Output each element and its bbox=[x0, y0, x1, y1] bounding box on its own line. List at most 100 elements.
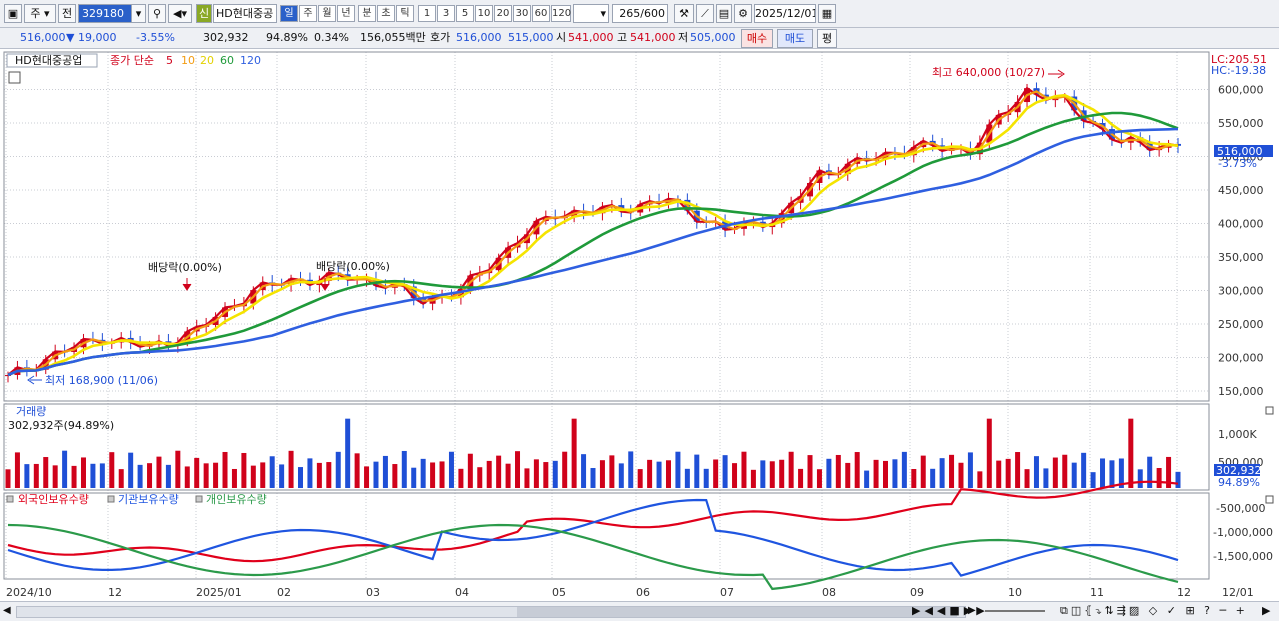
time-axis-label: 12/01 bbox=[1222, 586, 1254, 599]
bid-price: 515,000 bbox=[508, 31, 554, 44]
unit-3[interactable]: 3 bbox=[437, 5, 455, 22]
volume-bar bbox=[864, 470, 870, 488]
volume-bar bbox=[52, 465, 58, 488]
volume-bar bbox=[873, 459, 879, 488]
date-input[interactable]: 2025/12/01 bbox=[754, 4, 816, 23]
volume-bar bbox=[392, 464, 398, 488]
volume-bar bbox=[1024, 469, 1030, 488]
count-input[interactable]: 265/600 bbox=[612, 4, 668, 23]
scroll-thumb[interactable] bbox=[517, 607, 957, 617]
draw-icon[interactable]: ⟋ bbox=[696, 4, 714, 23]
speaker-icon[interactable]: ◀▾ bbox=[168, 4, 192, 23]
inst-legend-marker bbox=[107, 495, 115, 503]
volume-bar bbox=[788, 451, 794, 488]
volume-bar bbox=[769, 461, 775, 488]
zoom-slider[interactable] bbox=[985, 610, 1045, 612]
time-axis: 2024/10 12 2025/01 02 03 04 05 06 07 08 09 10 11 12 12… bbox=[6, 586, 1254, 599]
volume-bar bbox=[911, 469, 917, 488]
scroll-right-end-icon[interactable]: ▶ bbox=[1262, 604, 1270, 617]
ma20-legend: 20 bbox=[200, 54, 214, 67]
ma-line-20 bbox=[7, 93, 1179, 377]
calendar-icon[interactable]: ▦ bbox=[818, 4, 836, 23]
period-week[interactable]: 주 bbox=[299, 5, 317, 22]
ma60-legend: 60 bbox=[220, 54, 234, 67]
count-value: 265 bbox=[619, 7, 641, 20]
scroll-left-icon[interactable]: ◀ bbox=[3, 605, 11, 616]
volume-bar bbox=[505, 463, 511, 488]
volume-bar bbox=[939, 458, 945, 488]
period-tick[interactable]: 틱 bbox=[396, 5, 414, 22]
period-year[interactable]: 년 bbox=[337, 5, 355, 22]
volume-bar bbox=[458, 468, 464, 488]
volume-bar bbox=[741, 451, 747, 488]
ma10-legend: 10 bbox=[181, 54, 195, 67]
unit-30[interactable]: 30 bbox=[513, 5, 531, 22]
view-tools[interactable]: ⧉◫⦃⤵⇅⇶▨ ◇ ✓ ⊞ ? ─ + bbox=[1060, 604, 1248, 618]
mode-select[interactable]: 주 ▾ bbox=[24, 4, 56, 23]
volume-bar bbox=[1081, 452, 1087, 488]
volume-bar bbox=[1043, 468, 1049, 488]
volume-bar bbox=[628, 451, 634, 488]
prev-button[interactable]: 전 bbox=[58, 4, 76, 23]
volume-bar bbox=[845, 462, 851, 488]
ma-line-5 bbox=[7, 86, 1179, 376]
window-icon[interactable]: ▣ bbox=[4, 4, 22, 23]
chart-scroll-bar[interactable]: ◀ ▶ ▶◀◀■▶▶ ⧉◫⦃⤵⇅⇶▨ ◇ ✓ ⊞ ? ─ + ▶ bbox=[0, 601, 1279, 621]
price-axis-label: 300,000 bbox=[1218, 285, 1264, 298]
volume-bar bbox=[883, 460, 888, 488]
period-month[interactable]: 월 bbox=[318, 5, 336, 22]
custom-unit-select[interactable]: ▾ bbox=[573, 4, 609, 23]
ask-price: 516,000 bbox=[456, 31, 502, 44]
buy-button[interactable]: 매수 bbox=[741, 29, 773, 48]
quote-bar: 516,000 ▼ 19,000 -3.55% 302,932 94.89% 0… bbox=[0, 28, 1279, 49]
volume-bar bbox=[137, 464, 143, 488]
scroll-track[interactable] bbox=[16, 606, 966, 618]
inv-axis-3: -1,500,000 bbox=[1213, 550, 1273, 563]
unit-5[interactable]: 5 bbox=[456, 5, 474, 22]
save-icon[interactable]: ▤ bbox=[716, 4, 732, 23]
unit-20[interactable]: 20 bbox=[494, 5, 512, 22]
unit-10[interactable]: 10 bbox=[475, 5, 493, 22]
volume-panel-close-icon[interactable] bbox=[1265, 406, 1274, 415]
ma5-legend: 5 bbox=[166, 54, 173, 67]
investor-panel-close-icon[interactable] bbox=[1265, 495, 1274, 504]
moving-averages bbox=[7, 86, 1179, 377]
unit-60[interactable]: 60 bbox=[532, 5, 550, 22]
table-toggle-icon[interactable] bbox=[8, 71, 21, 84]
code-dropdown-icon[interactable]: ▾ bbox=[131, 4, 146, 23]
gear-icon[interactable]: ⚙ bbox=[734, 4, 752, 23]
period-second[interactable]: 초 bbox=[377, 5, 395, 22]
indiv-legend: 개인보유수량 bbox=[206, 493, 267, 506]
stock-chart[interactable]: HD현대중공업 종가 단순 5 10 20 60 120 최고 640,000 … bbox=[0, 50, 1279, 601]
playback-controls[interactable]: ▶◀◀■▶▶ bbox=[912, 604, 989, 617]
time-axis-label: 09 bbox=[910, 586, 924, 599]
indicator-icon[interactable]: ⚒ bbox=[674, 4, 694, 23]
volume-bar bbox=[1071, 462, 1077, 488]
price-axis-label: 200,000 bbox=[1218, 352, 1264, 365]
volume-bar bbox=[62, 450, 68, 488]
high-annotation: 최고 640,000 (10/27) bbox=[932, 66, 1045, 79]
volume-bar bbox=[543, 462, 549, 488]
time-axis-label: 12 bbox=[108, 586, 122, 599]
volume-bar bbox=[1015, 452, 1021, 488]
time-axis-label: 07 bbox=[720, 586, 734, 599]
period-minute[interactable]: 분 bbox=[358, 5, 376, 22]
eval-button[interactable]: 평 bbox=[817, 29, 837, 48]
volume-bar bbox=[571, 418, 577, 488]
volume-bar bbox=[1109, 460, 1115, 488]
volume-bar bbox=[807, 455, 813, 488]
volume-bar bbox=[33, 463, 39, 488]
time-axis-label: 2024/10 bbox=[6, 586, 52, 599]
volume-bar bbox=[618, 463, 624, 488]
volume-bar bbox=[316, 462, 322, 488]
volume-bar bbox=[194, 457, 200, 488]
volume-bar bbox=[920, 455, 926, 488]
volume-bar bbox=[24, 464, 30, 488]
unit-120[interactable]: 120 bbox=[551, 5, 571, 22]
unit-1[interactable]: 1 bbox=[418, 5, 436, 22]
volume-bar bbox=[722, 455, 728, 488]
search-icon[interactable]: ⚲ bbox=[148, 4, 166, 23]
period-day[interactable]: 일 bbox=[280, 5, 298, 22]
volume-bar bbox=[213, 462, 219, 488]
sell-button[interactable]: 매도 bbox=[777, 29, 813, 48]
